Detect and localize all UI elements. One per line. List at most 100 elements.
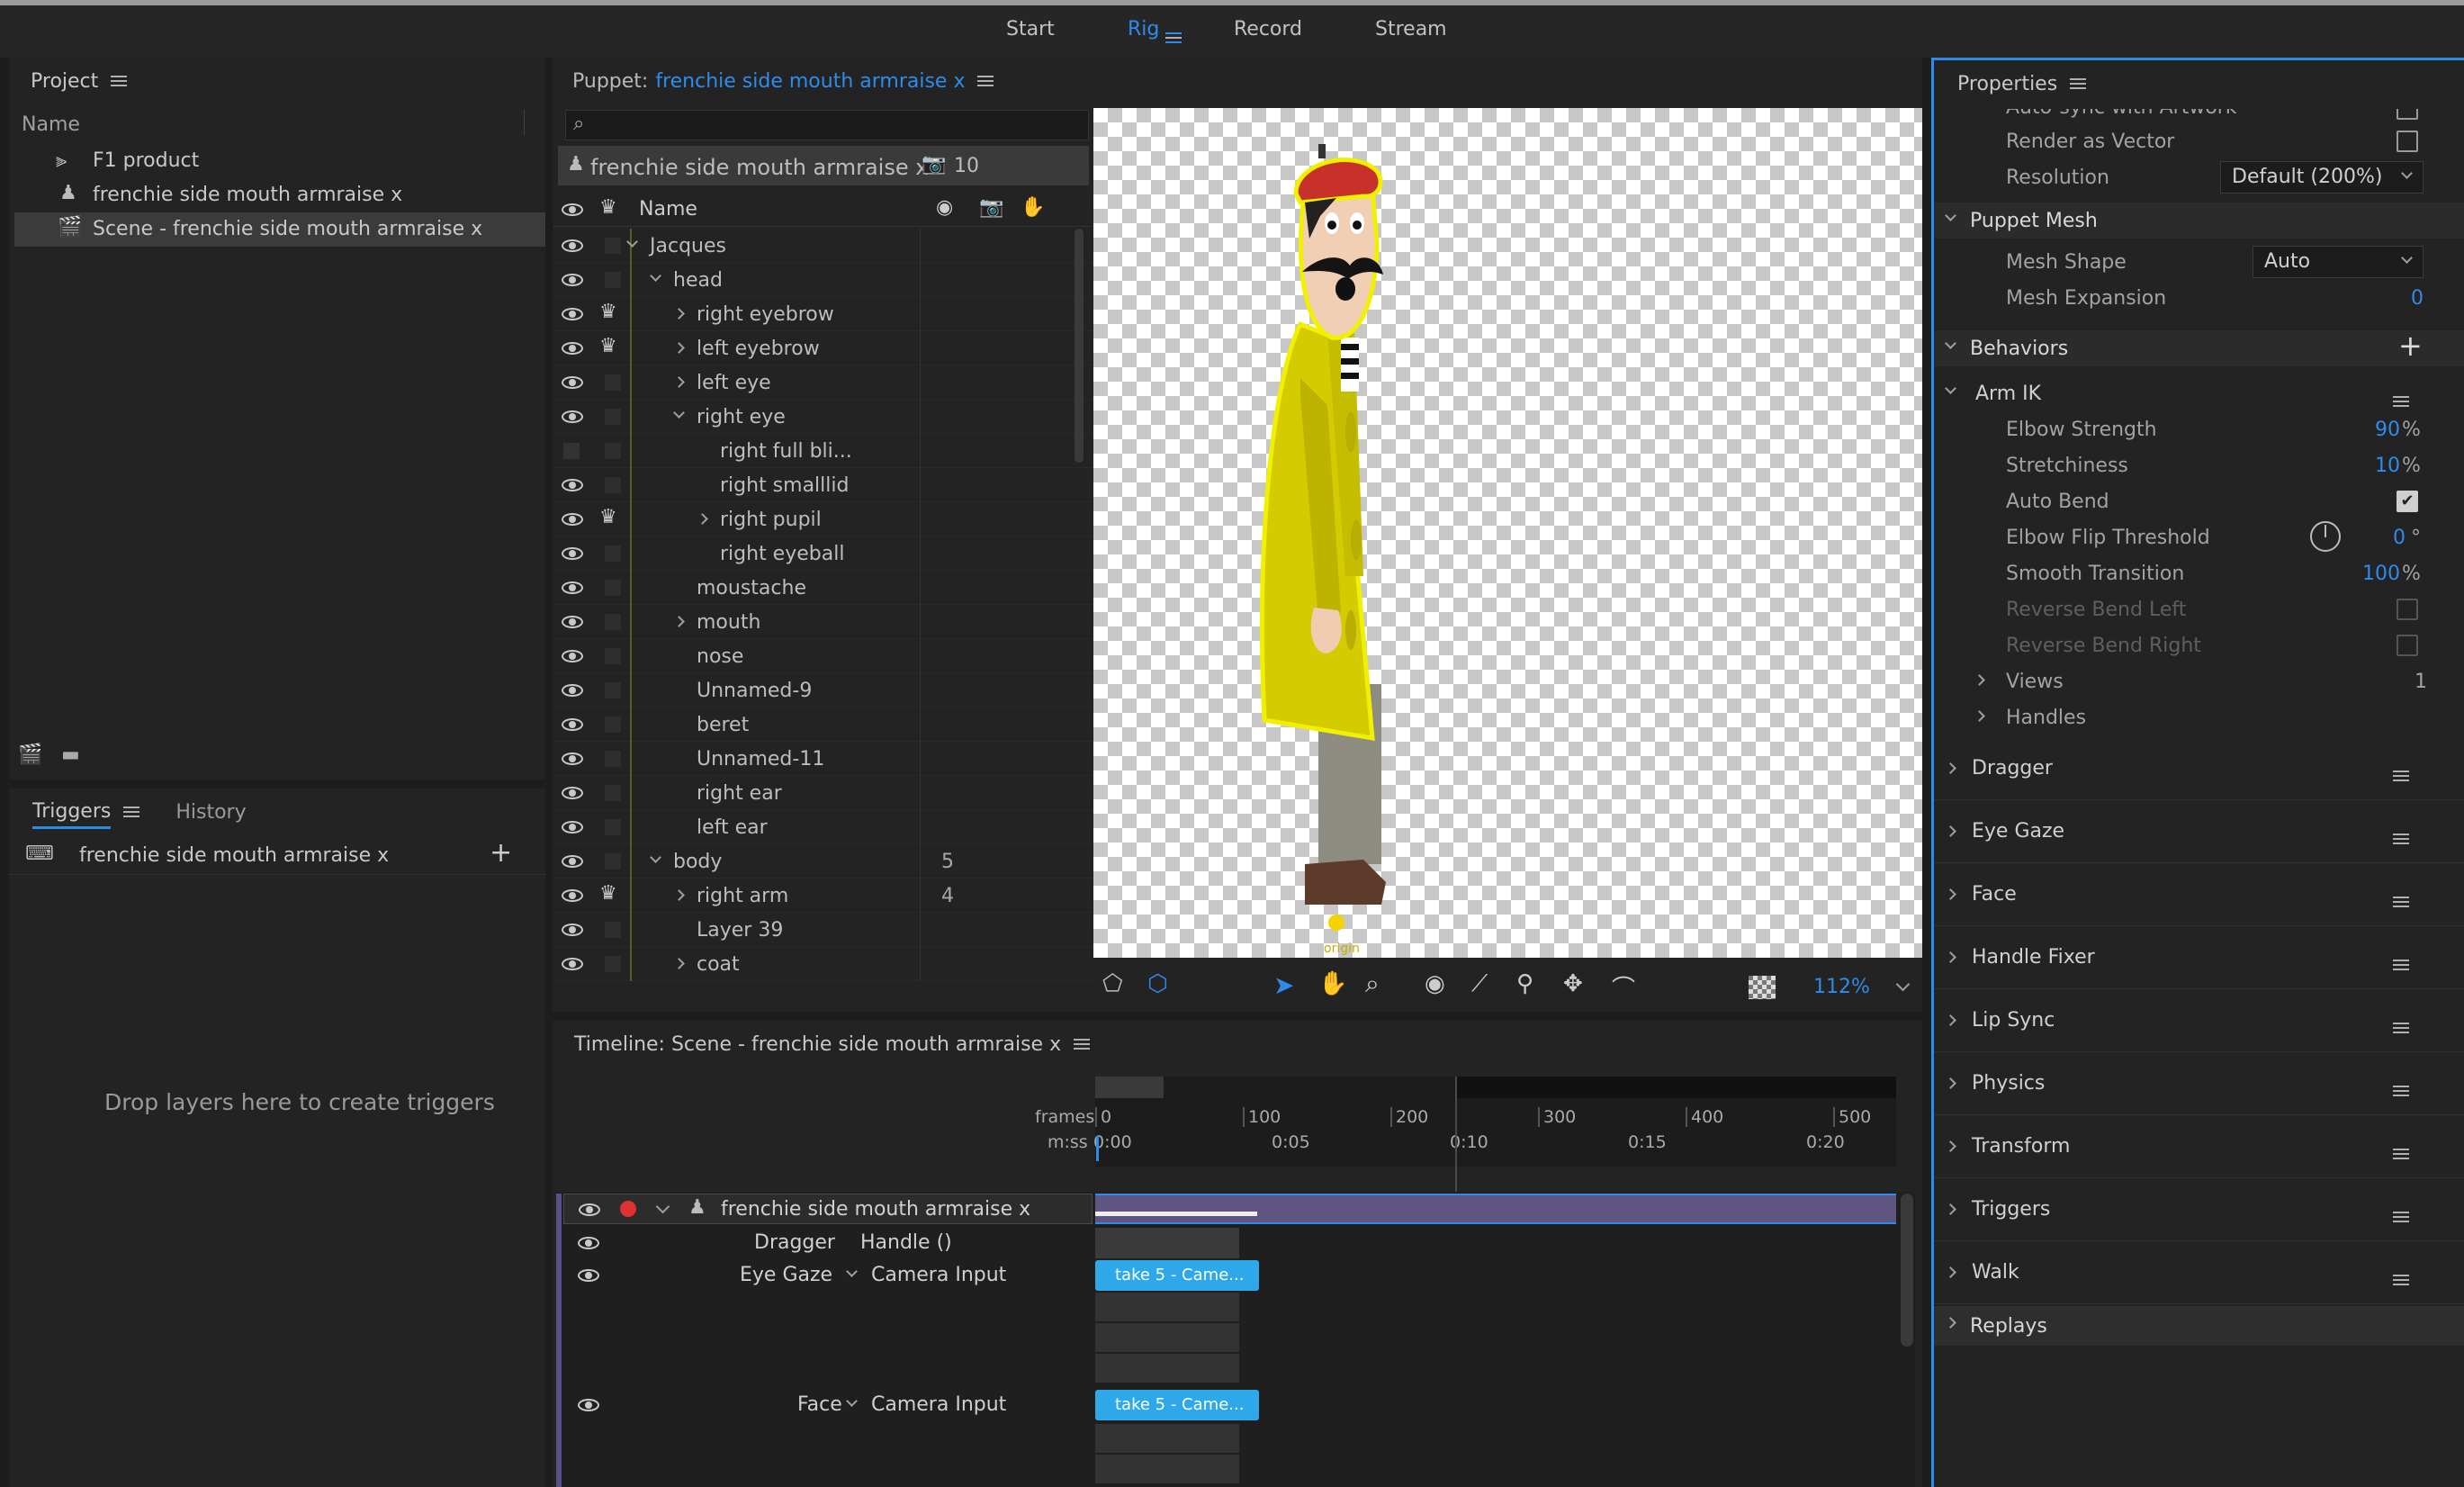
handle-tool-icon[interactable]: ✥ xyxy=(1563,970,1583,997)
elbow-flip-value[interactable]: 0 xyxy=(2393,527,2406,549)
behavior-item[interactable]: Face xyxy=(1934,863,2464,926)
take-clip-face[interactable]: take 5 - Came... xyxy=(1095,1390,1259,1420)
behavior-item[interactable]: Physics xyxy=(1934,1052,2464,1115)
behavior-visibility-icon[interactable] xyxy=(578,1269,599,1282)
visibility-icon[interactable] xyxy=(562,547,583,560)
layer-row[interactable]: right eye xyxy=(553,400,1093,434)
dial-icon[interactable] xyxy=(2310,521,2341,552)
layer-row[interactable]: mouth xyxy=(553,605,1093,639)
visibility-icon[interactable] xyxy=(562,718,583,731)
tab-start[interactable]: Start xyxy=(1006,18,1055,41)
visibility-icon[interactable] xyxy=(562,342,583,355)
record-arm-icon[interactable] xyxy=(620,1201,636,1217)
layer-row[interactable]: ♛ right arm 4 xyxy=(553,879,1093,913)
collapse-icon[interactable] xyxy=(650,852,661,863)
layer-lock-box[interactable] xyxy=(605,272,621,288)
resolution-select[interactable]: Default (200%) xyxy=(2220,161,2424,194)
visibility-off-icon[interactable] xyxy=(563,443,580,459)
behavior-row-eye-gaze[interactable]: Eye Gaze Camera Input xyxy=(563,1260,1093,1291)
layer-lock-box[interactable] xyxy=(605,716,621,733)
add-trigger-icon[interactable]: + xyxy=(490,837,512,869)
layer-row[interactable]: ♛ left eyebrow xyxy=(553,331,1093,365)
behavior-item[interactable]: Handle Fixer xyxy=(1934,926,2464,989)
layer-row[interactable]: coat xyxy=(553,947,1093,981)
reverse-bend-right-checkbox[interactable] xyxy=(2397,635,2418,656)
visibility-icon[interactable] xyxy=(562,753,583,765)
properties-menu-icon[interactable] xyxy=(2070,78,2087,89)
behavior-menu-icon[interactable] xyxy=(2393,1023,2409,1033)
layer-row[interactable]: right eyeball xyxy=(553,536,1093,571)
timeline-scrollbar[interactable] xyxy=(1901,1194,1913,1347)
playhead[interactable] xyxy=(1096,1136,1099,1161)
visibility-icon[interactable] xyxy=(562,203,583,216)
expand-icon[interactable] xyxy=(673,616,685,627)
draw-tool-icon[interactable]: ⌒ xyxy=(1612,970,1635,1004)
layer-lock-box[interactable] xyxy=(605,580,621,596)
layer-row[interactable]: moustache xyxy=(553,571,1093,605)
expand-icon[interactable] xyxy=(673,342,685,354)
puppet-name[interactable]: frenchie side mouth armraise x xyxy=(655,70,965,93)
views-row[interactable]: Views 1 xyxy=(1934,663,2464,699)
layer-lock-box[interactable] xyxy=(605,374,621,391)
zoom-tool-icon[interactable]: ⌕ xyxy=(1365,969,1380,999)
visibility-icon[interactable] xyxy=(562,787,583,799)
expand-icon[interactable] xyxy=(697,513,708,525)
behavior-menu-icon[interactable] xyxy=(2393,1149,2409,1159)
character-artwork[interactable]: origin xyxy=(1093,108,1922,958)
track-collapse-icon[interactable] xyxy=(655,1199,670,1214)
visibility-icon[interactable] xyxy=(562,616,583,628)
track-visibility-icon[interactable] xyxy=(579,1203,600,1216)
tab-history[interactable]: History xyxy=(175,801,246,824)
layer-row[interactable]: Unnamed-11 xyxy=(553,742,1093,776)
render-vector-checkbox[interactable] xyxy=(2397,131,2418,152)
project-item-puppet[interactable]: ♟ frenchie side mouth armraise x xyxy=(9,178,545,212)
column-name[interactable]: Name xyxy=(639,198,697,221)
behavior-menu-icon[interactable] xyxy=(2393,396,2409,407)
project-item-scene[interactable]: 🎬 Scene - frenchie side mouth armraise x xyxy=(14,212,545,247)
triggers-menu-icon[interactable] xyxy=(123,807,140,817)
zoom-level[interactable]: 112% xyxy=(1813,976,1870,998)
visibility-icon[interactable] xyxy=(562,855,583,868)
visibility-icon[interactable] xyxy=(562,650,583,662)
behavior-menu-icon[interactable] xyxy=(2393,1275,2409,1285)
properties-title[interactable]: Properties xyxy=(1957,73,2057,95)
behavior-item[interactable]: Transform xyxy=(1934,1115,2464,1178)
zoom-dropdown-icon[interactable] xyxy=(1895,977,1911,992)
layer-search-input[interactable]: ⌕ xyxy=(565,110,1089,140)
expand-icon[interactable] xyxy=(673,376,685,388)
behavior-menu-icon[interactable] xyxy=(2393,960,2409,970)
puppet-menu-icon[interactable] xyxy=(977,76,994,86)
trigger-item[interactable]: ⌨ frenchie side mouth armraise x + xyxy=(9,837,545,875)
layer-row[interactable]: beret xyxy=(553,707,1093,742)
origin-tool-icon[interactable]: ◉ xyxy=(1425,970,1445,997)
layer-row[interactable]: left ear xyxy=(553,810,1093,844)
section-replays[interactable]: Replays xyxy=(1934,1306,2464,1346)
visibility-icon[interactable] xyxy=(562,889,583,902)
handles-row[interactable]: Handles xyxy=(1934,699,2464,735)
layer-row[interactable]: nose xyxy=(553,639,1093,673)
expand-icon[interactable] xyxy=(673,889,685,901)
behavior-menu-icon[interactable] xyxy=(2393,1086,2409,1096)
select-tool-icon[interactable]: ➤ xyxy=(1273,970,1294,1000)
behavior-item[interactable]: Lip Sync xyxy=(1934,989,2464,1052)
stick-tool-icon[interactable]: ⟋ xyxy=(1471,970,1488,998)
visibility-icon[interactable] xyxy=(562,684,583,697)
expand-icon[interactable] xyxy=(673,308,685,320)
layer-scrollbar[interactable] xyxy=(1075,229,1084,463)
visibility-icon[interactable] xyxy=(562,239,583,252)
project-menu-icon[interactable] xyxy=(111,76,128,86)
layer-lock-box[interactable] xyxy=(605,922,621,938)
layer-lock-box[interactable] xyxy=(605,238,621,254)
layer-lock-box[interactable] xyxy=(605,785,621,801)
outline-icon[interactable]: ⬡ xyxy=(1147,970,1168,997)
tab-stream[interactable]: Stream xyxy=(1375,18,1447,41)
tab-triggers[interactable]: Triggers xyxy=(32,800,112,829)
layer-row[interactable]: right ear xyxy=(553,776,1093,810)
tab-record[interactable]: Record xyxy=(1234,18,1302,41)
add-behavior-icon[interactable]: + xyxy=(2398,329,2423,363)
layer-lock-box[interactable] xyxy=(605,443,621,459)
layer-lock-box[interactable] xyxy=(605,853,621,870)
folder-icon[interactable]: ▬ xyxy=(61,744,80,766)
collapse-icon[interactable] xyxy=(626,236,638,248)
puppet-canvas[interactable]: origin xyxy=(1093,108,1922,958)
